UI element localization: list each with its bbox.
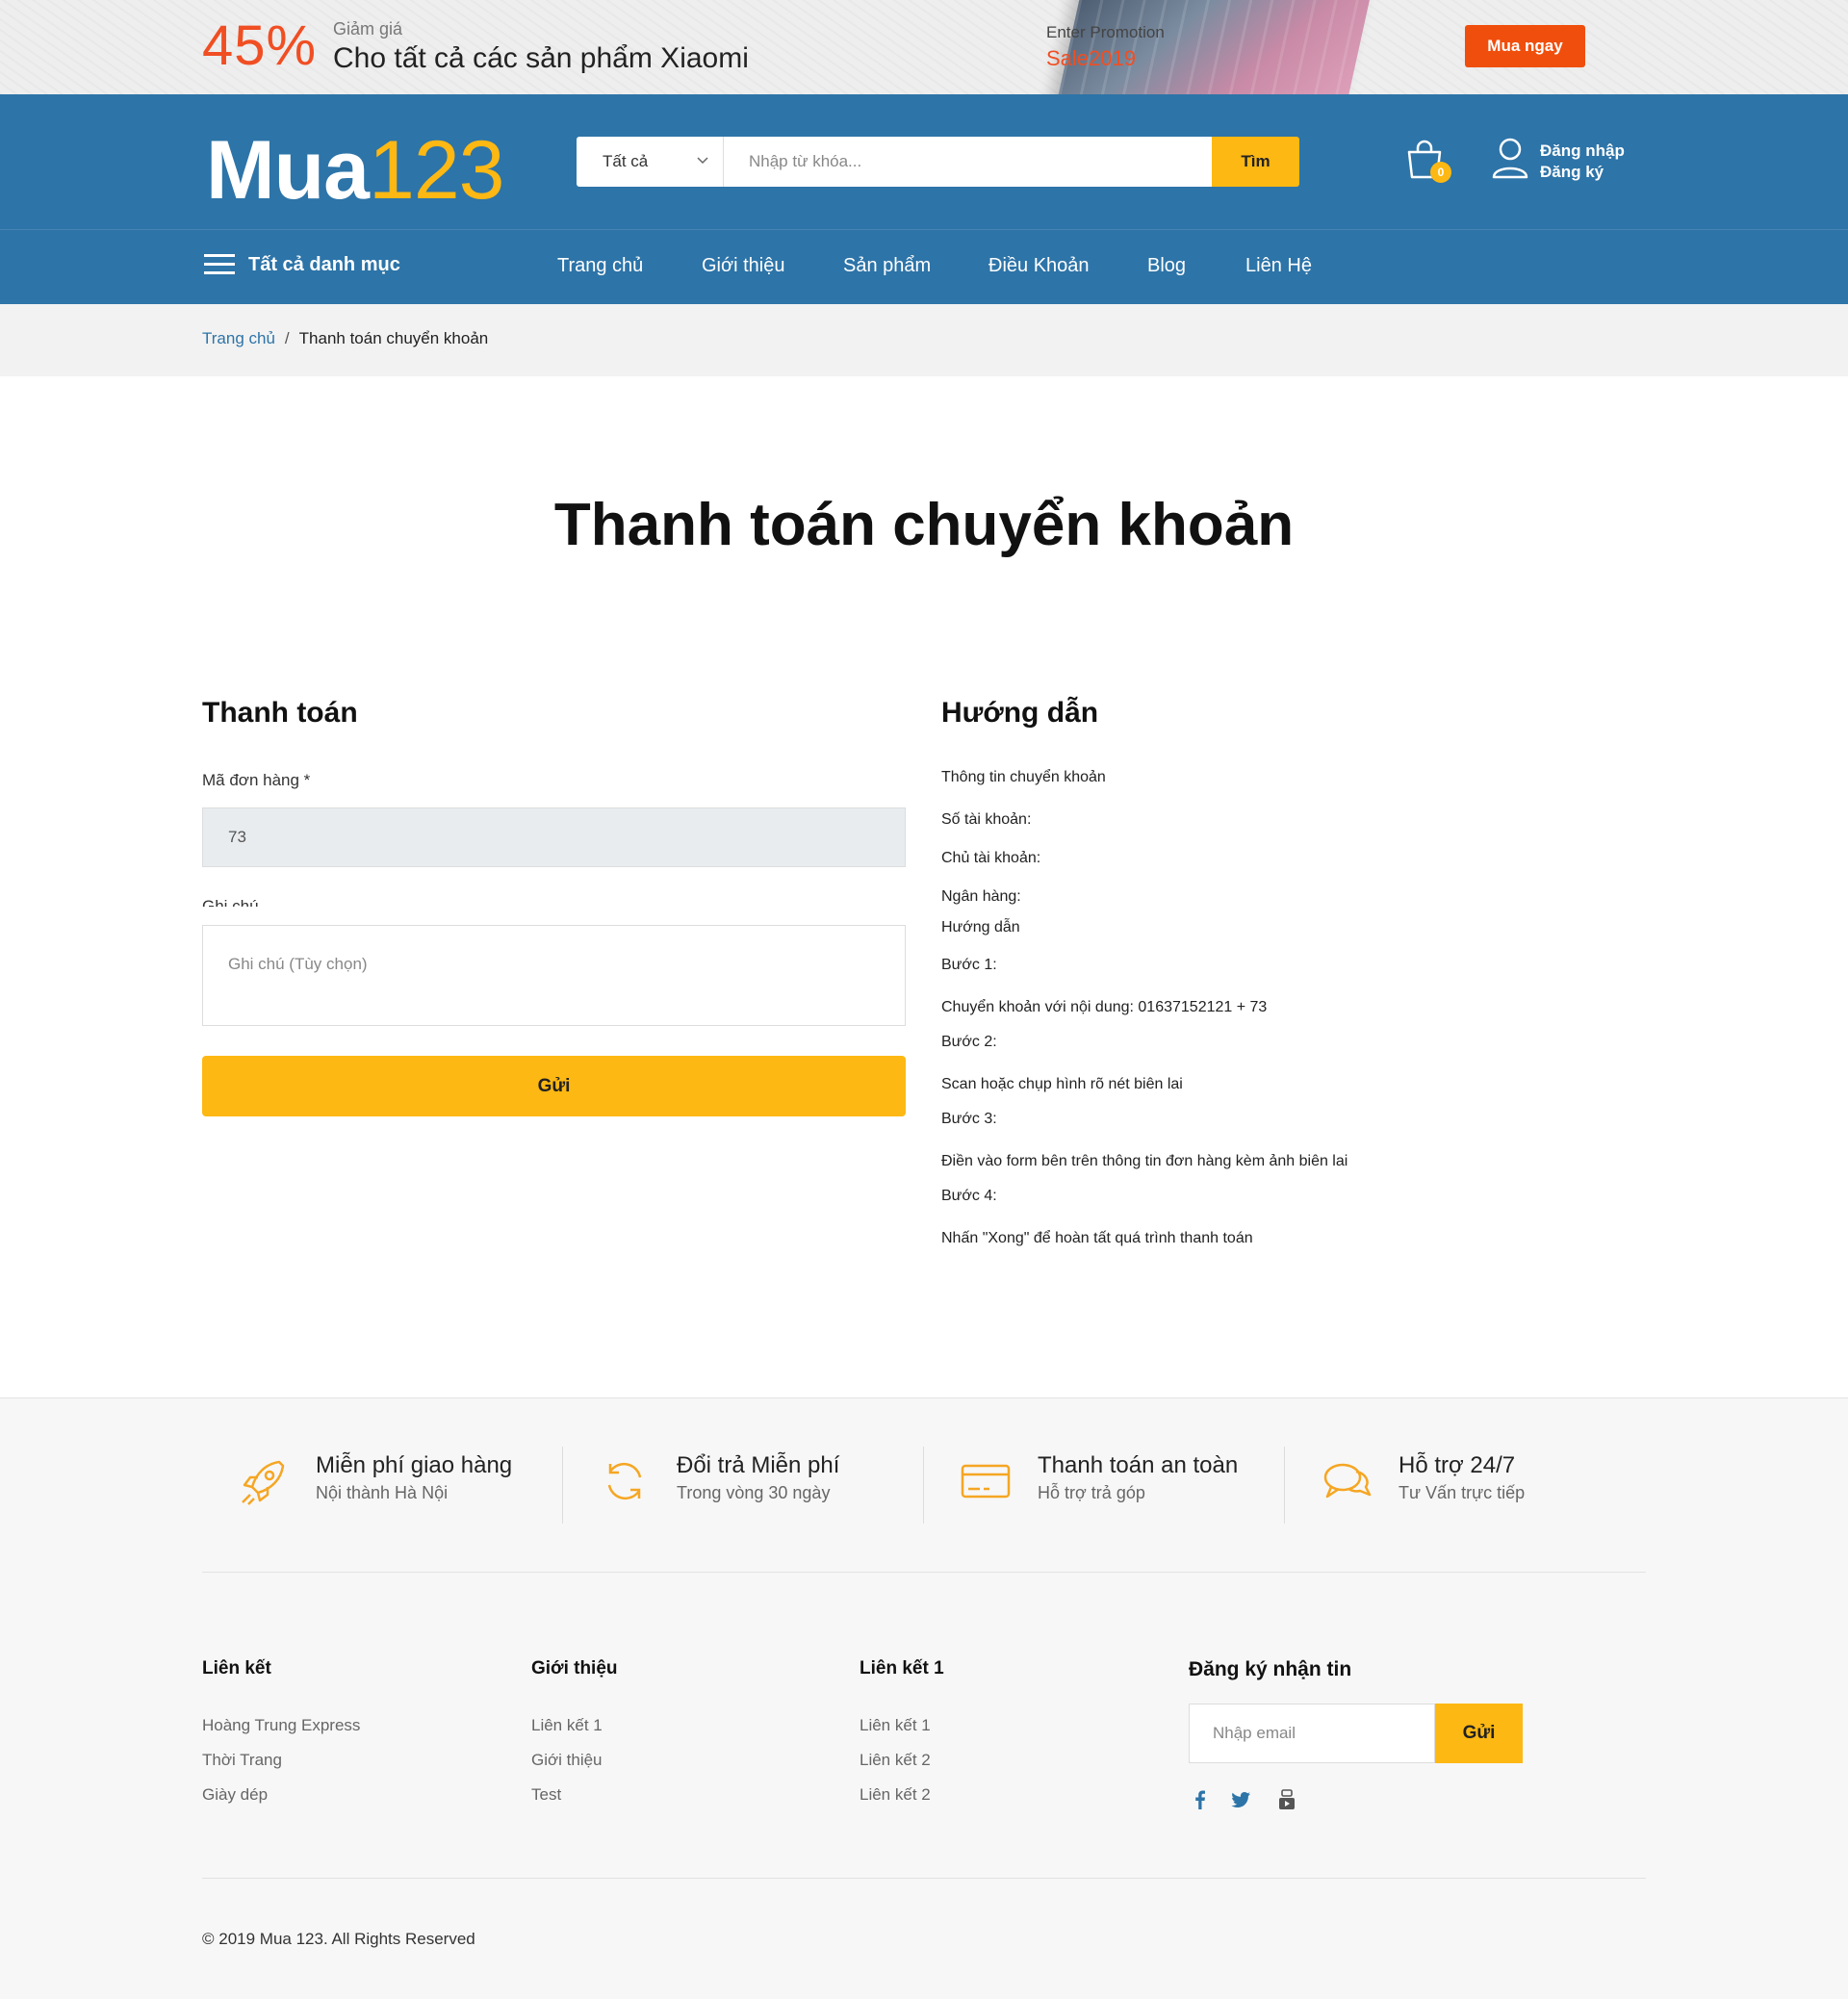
feature-subtitle: Nội thành Hà Nội — [316, 1483, 449, 1502]
search-button[interactable]: Tìm — [1212, 137, 1299, 187]
copyright-text: © 2019 Mua 123. All Rights Reserved — [202, 1930, 475, 1948]
transfer-info-title: Thông tin chuyển khoản — [941, 769, 1106, 785]
footer-link[interactable]: Test — [531, 1785, 618, 1805]
refresh-icon — [607, 1462, 642, 1500]
feature-title: Hỗ trợ 24/7 — [1399, 1452, 1516, 1478]
cart-count-badge: 0 — [1430, 162, 1451, 183]
nav-item-home[interactable]: Trang chủ — [557, 255, 643, 277]
feature-title: Miễn phí giao hàng — [316, 1452, 513, 1478]
feature-divider — [562, 1447, 563, 1524]
footer-divider — [202, 1878, 1646, 1879]
promo-banner: 45% Giảm giá Cho tất cả các sản phẩm Xia… — [0, 0, 1848, 94]
breadcrumb-separator: / — [284, 329, 290, 347]
step-1-title: Bước 1: — [941, 957, 997, 973]
twitter-icon[interactable] — [1229, 1788, 1252, 1811]
buy-now-button[interactable]: Mua ngay — [1465, 25, 1585, 67]
nav-item-terms[interactable]: Điều Khoản — [988, 255, 1090, 277]
chevron-down-icon — [697, 157, 708, 165]
guide-heading: Hướng dẫn — [941, 697, 1099, 729]
step-4-title: Bước 4: — [941, 1188, 997, 1204]
submit-button[interactable]: Gửi — [202, 1056, 906, 1116]
login-link[interactable]: Đăng nhập — [1540, 141, 1625, 162]
site-footer: Miễn phí giao hàng Nội thành Hà Nội Đổi … — [0, 1397, 1848, 1999]
footer-link[interactable]: Giới thiệu — [531, 1751, 618, 1770]
user-icon[interactable] — [1491, 137, 1529, 181]
footer-link[interactable]: Liên kết 1 — [531, 1716, 618, 1735]
step-3-text: Điền vào form bên trên thông tin đơn hàn… — [941, 1153, 1348, 1169]
youtube-icon[interactable] — [1275, 1788, 1298, 1811]
credit-card-icon — [961, 1464, 1011, 1499]
feature-divider — [1284, 1447, 1285, 1524]
footer-link[interactable]: Liên kết 2 — [860, 1785, 944, 1805]
breadcrumb: Trang chủ / Thanh toán chuyển khoản — [202, 329, 488, 348]
footer-link[interactable]: Giày dép — [202, 1785, 360, 1805]
step-2-title: Bước 2: — [941, 1034, 997, 1050]
feature-title: Đổi trả Miễn phí — [677, 1452, 840, 1478]
order-id-field[interactable]: 73 — [202, 807, 906, 867]
bank-text: Ngân hàng: — [941, 888, 1021, 905]
newsletter-submit-button[interactable]: Gửi — [1435, 1704, 1523, 1763]
footer-link[interactable]: Liên kết 2 — [860, 1751, 944, 1770]
footer-column-links-1: Liên kết 1 Liên kết 1 Liên kết 2 Liên kế… — [860, 1658, 944, 1820]
footer-link[interactable]: Hoàng Trung Express — [202, 1716, 360, 1735]
step-4-text: Nhấn "Xong" để hoàn tất quá trình thanh … — [941, 1230, 1253, 1246]
footer-column-heading: Liên kết — [202, 1658, 271, 1679]
order-id-label: Mã đơn hàng * — [202, 771, 311, 789]
facebook-icon[interactable] — [1189, 1788, 1212, 1811]
newsletter-heading: Đăng ký nhận tin — [1189, 1658, 1352, 1680]
feature-subtitle: Trong vòng 30 ngày — [677, 1483, 831, 1502]
newsletter-email-input[interactable]: Nhập email — [1189, 1704, 1435, 1763]
nav-item-products[interactable]: Sản phẩm — [843, 255, 931, 277]
newsletter-form: Nhập email Gửi — [1189, 1704, 1523, 1763]
promo-headline: Cho tất cả các sản phẩm Xiaomi — [333, 42, 749, 74]
search-bar: Tất cả Nhập từ khóa... Tìm — [577, 137, 1299, 187]
account-holder-text: Chủ tài khoản: — [941, 850, 1041, 866]
note-textarea[interactable]: Ghi chú (Tùy chọn) — [202, 925, 906, 1026]
note-label: Ghi chú — [202, 899, 259, 907]
feature-divider — [923, 1447, 924, 1524]
feature-subtitle: Hỗ trợ trả góp — [1038, 1483, 1145, 1502]
footer-column-about: Giới thiệu Liên kết 1 Giới thiệu Test — [531, 1658, 618, 1820]
feature-title: Thanh toán an toàn — [1038, 1452, 1239, 1478]
footer-column-links: Liên kết Hoàng Trung Express Thời Trang … — [202, 1658, 360, 1820]
newsletter: Đăng ký nhận tin Nhập email Gửi — [1189, 1658, 1523, 1809]
footer-link[interactable]: Thời Trang — [202, 1751, 360, 1770]
register-link[interactable]: Đăng ký — [1540, 162, 1625, 183]
site-logo[interactable]: Mua123 — [206, 123, 504, 218]
main-nav: Tất cả danh mục Trang chủ Giới thiệu Sản… — [0, 229, 1848, 304]
footer-column-heading: Liên kết 1 — [860, 1658, 944, 1679]
auth-links: Đăng nhập Đăng ký — [1540, 141, 1625, 183]
steps-title: Hướng dẫn — [941, 919, 1020, 935]
breadcrumb-current: Thanh toán chuyển khoản — [298, 329, 489, 347]
breadcrumb-bar: Trang chủ / Thanh toán chuyển khoản — [0, 304, 1848, 376]
menu-icon — [204, 253, 235, 276]
rocket-icon — [242, 1460, 285, 1505]
promo-enter-text: Enter Promotion — [1046, 23, 1165, 41]
chat-icon — [1323, 1463, 1372, 1499]
all-categories-button[interactable]: Tất cả danh mục — [204, 253, 400, 276]
nav-item-blog[interactable]: Blog — [1147, 255, 1186, 277]
search-input[interactable]: Nhập từ khóa... — [724, 137, 1212, 187]
footer-link[interactable]: Liên kết 1 — [860, 1716, 944, 1735]
feature-subtitle: Tư Vấn trực tiếp — [1399, 1483, 1526, 1502]
payment-heading: Thanh toán — [202, 697, 358, 729]
footer-column-heading: Giới thiệu — [531, 1658, 618, 1679]
nav-item-about[interactable]: Giới thiệu — [702, 255, 784, 277]
step-3-title: Bước 3: — [941, 1111, 997, 1127]
step-2-text: Scan hoặc chụp hình rõ nét biên lai — [941, 1076, 1183, 1092]
nav-item-contact[interactable]: Liên Hệ — [1245, 255, 1312, 277]
search-category-select[interactable]: Tất cả — [577, 137, 724, 187]
site-header: Mua123 Tất cả Nhập từ khóa... Tìm 0 Đăng… — [0, 94, 1848, 304]
cart-button[interactable]: 0 — [1405, 139, 1451, 187]
footer-divider — [202, 1572, 1646, 1573]
page-title: Thanh toán chuyển khoản — [553, 492, 1295, 558]
promo-percent: 45% — [202, 14, 318, 77]
account-number-text: Số tài khoản: — [941, 811, 1032, 828]
promo-sale-code: Sale2019 — [1046, 46, 1136, 70]
breadcrumb-home[interactable]: Trang chủ — [202, 329, 275, 347]
promo-small-text: Giảm giá — [333, 19, 403, 38]
step-1-text: Chuyển khoản với nội dung: 01637152121 +… — [941, 999, 1268, 1015]
